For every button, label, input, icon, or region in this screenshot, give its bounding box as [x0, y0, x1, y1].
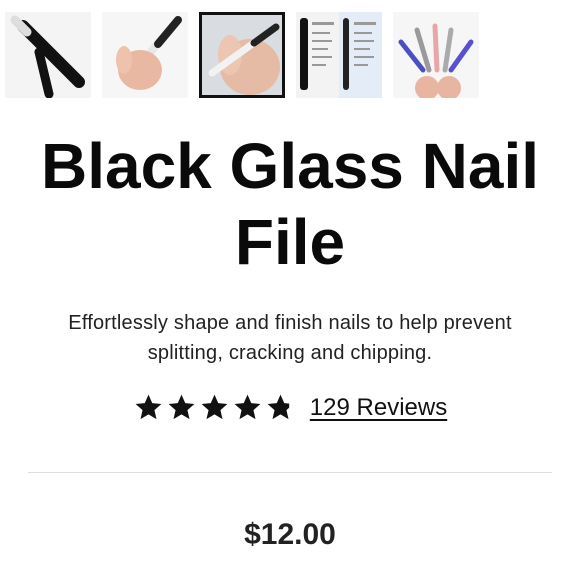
star-icon: [234, 394, 261, 420]
divider: [28, 472, 552, 473]
product-title: Black Glass Nail File: [40, 130, 540, 278]
product-description: Effortlessly shape and finish nails to h…: [68, 312, 512, 364]
thumbnail-5[interactable]: [393, 12, 479, 98]
star-icon: [201, 394, 228, 420]
comparison-chart-image: [296, 12, 382, 98]
star-icon: [267, 394, 289, 420]
star-icon: [135, 394, 162, 420]
hand-holding-file-image: [102, 12, 188, 98]
thumbnail-3[interactable]: [199, 12, 285, 98]
product-rating: 129 Reviews: [0, 392, 580, 423]
rating-stars: [133, 392, 296, 423]
product-gallery-thumbnails: [5, 12, 479, 98]
reviews-link[interactable]: 129 Reviews: [310, 394, 447, 422]
star-icon: [168, 394, 195, 420]
thumbnail-1[interactable]: [5, 12, 91, 98]
product-price: $12.00: [244, 518, 336, 551]
thumbnail-4[interactable]: [296, 12, 382, 98]
filing-nails-image: [202, 15, 282, 95]
thumbnail-2[interactable]: [102, 12, 188, 98]
color-variants-image: [393, 12, 479, 98]
nail-file-on-white-image: [5, 12, 91, 98]
